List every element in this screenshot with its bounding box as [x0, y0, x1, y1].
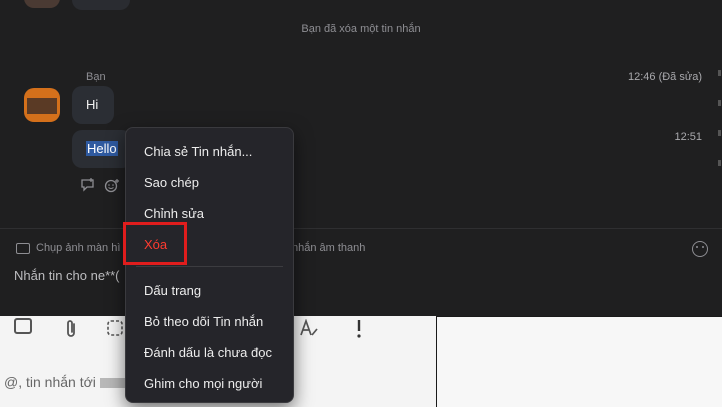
menu-item-bookmark[interactable]: Dấu trang [144, 283, 201, 298]
redacted-name [99, 378, 126, 389]
composer: Chụp ảnh màn hì nhắn âm thanh Nhắn tin c… [0, 228, 722, 316]
thread-input[interactable]: @, tin nhắn tới [4, 374, 126, 390]
add-reaction-icon[interactable] [104, 178, 120, 194]
previous-bubble [72, 0, 130, 10]
chat-area: Bạn đã xóa một tin nhắn Bạn 12:46 (Đã sử… [0, 0, 722, 228]
message-bubble-selected[interactable]: Hello [72, 130, 132, 168]
scroll-edge [718, 70, 722, 190]
sender-name: Bạn [86, 71, 106, 83]
format-icon[interactable] [298, 318, 320, 341]
message-time: 12:46 (Đã sửa) [627, 71, 702, 83]
message-text: Hello [86, 141, 118, 156]
menu-divider [136, 266, 283, 267]
priority-icon[interactable] [348, 319, 370, 341]
menu-item-unfollow[interactable]: Bỏ theo dõi Tin nhắn [144, 314, 263, 329]
menu-item-mark-unread[interactable]: Đánh dấu là chưa đọc [144, 345, 272, 360]
reply-thread-icon[interactable] [80, 178, 96, 194]
thread-input-placeholder: @, tin nhắn tới [4, 374, 96, 390]
attach-icon[interactable] [60, 319, 82, 341]
message-input[interactable]: Nhắn tin cho ne**( [14, 268, 120, 283]
message-bubble[interactable]: Hi [72, 86, 114, 124]
menu-item-pin[interactable]: Ghim cho mọi người [144, 376, 262, 391]
right-pane [436, 316, 722, 407]
screenshot-option[interactable]: Chụp ảnh màn hì [16, 242, 120, 254]
emoji-icon[interactable] [692, 241, 708, 257]
menu-item-copy[interactable]: Sao chép [144, 175, 199, 190]
deleted-message-notice: Bạn đã xóa một tin nhắn [301, 23, 421, 35]
menu-item-edit[interactable]: Chỉnh sửa [144, 206, 204, 221]
screenshot-icon [16, 242, 30, 254]
voice-label: nhắn âm thanh [292, 242, 366, 254]
context-menu: Chia sẻ Tin nhắn... Sao chép Chỉnh sửa X… [125, 127, 294, 403]
avatar[interactable] [24, 88, 60, 122]
menu-item-share[interactable]: Chia sẻ Tin nhắn... [144, 144, 252, 159]
voice-message-option[interactable]: nhắn âm thanh [292, 242, 365, 254]
message-text: Hi [86, 97, 99, 112]
screenshot-label: Chụp ảnh màn hì [36, 242, 121, 254]
delete-highlight-box [123, 222, 187, 265]
dashed-box-icon[interactable] [104, 319, 126, 341]
message-time: 12:51 [674, 131, 702, 143]
image-icon[interactable] [14, 318, 32, 334]
previous-avatar [24, 0, 60, 8]
